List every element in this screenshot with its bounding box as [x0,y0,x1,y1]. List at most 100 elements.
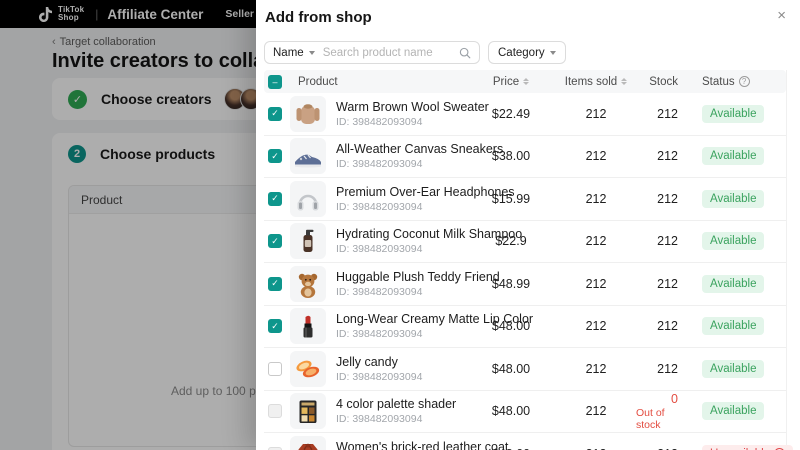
status-help-icon[interactable]: ? [738,76,750,87]
select-all-checkbox[interactable]: – [268,74,282,89]
price-value: $48.00 [491,319,531,334]
column-price[interactable]: Price [466,76,556,88]
items-sold-value: 212 [585,149,607,164]
close-icon[interactable]: × [777,8,786,23]
table-row[interactable]: ✓ Huggable Plush Teddy Friend ID: 398482… [264,263,786,306]
product-id: ID: 398482093094 [336,158,423,171]
stock-value: 212 [657,149,678,164]
status-badge: Available ? [702,232,765,251]
sort-icon[interactable] [621,77,628,86]
row-checkbox[interactable]: ✓ [268,404,282,419]
column-items-sold[interactable]: Items sold [556,76,636,88]
column-product: Product [298,75,338,88]
row-checkbox[interactable]: ✓ [268,191,282,206]
search-placeholder: Search product name [322,46,433,59]
product-name: Hydrating Coconut Milk Shampoo [336,227,523,242]
product-name: Long-Wear Creamy Matte Lip Color [336,312,534,327]
price-value: $22.49 [491,106,531,121]
status-badge: Available ? [702,189,765,208]
stock-value: 212 [657,319,678,334]
search-input[interactable]: Name Search product name [264,41,480,64]
chevron-down-icon [549,50,556,55]
stock-value: 212 [657,191,678,206]
product-name: 4 color palette shader [336,397,457,412]
row-checkbox[interactable]: ✓ [268,234,282,249]
sneakers-icon [290,138,326,175]
shampoo-icon [290,223,326,260]
category-label: Category [498,46,545,59]
product-name: Women's brick-red leather coat [336,439,509,450]
product-id: ID: 398482093094 [336,200,423,213]
product-id: ID: 398482093094 [336,243,423,256]
product-name: Premium Over-Ear Headphones [336,184,515,199]
product-table-body: ✓ Warm Brown Wool Sweater ID: 3984820930… [264,93,794,450]
table-row[interactable]: ✓ Long-Wear Creamy Matte Lip Color ID: 3… [264,306,786,348]
jelly-icon [290,350,326,387]
row-checkbox[interactable]: ✓ [268,106,282,121]
table-row[interactable]: ✓ Premium Over-Ear Headphones ID: 398482… [264,178,786,221]
chevron-down-icon [308,50,315,55]
price-value: $48.99 [491,276,531,291]
stock-value: 0 Out of stock [636,391,678,431]
items-sold-value: 212 [585,276,607,291]
table-row[interactable]: ✓ All-Weather Canvas Sneakers ID: 398482… [264,136,786,178]
status-badge: Unavailable ? [702,444,794,450]
palette-icon [290,393,326,430]
row-checkbox[interactable]: ✓ [268,319,282,334]
product-name: Huggable Plush Teddy Friend [336,269,500,284]
search-field-selector[interactable]: Name [273,47,304,59]
product-id: ID: 398482093094 [336,115,423,128]
items-sold-value: 212 [585,319,607,334]
product-table: – Product Price Items sold Stock Status … [264,70,794,450]
row-checkbox[interactable]: ✓ [268,276,282,291]
price-value: $48.00 [491,404,531,419]
product-name: Jelly candy [336,354,398,369]
row-checkbox[interactable]: ✓ [268,149,282,164]
product-table-header: – Product Price Items sold Stock Status … [264,70,786,93]
table-row[interactable]: ✓ Women's brick-red leather coat ID: 398… [264,433,794,450]
teddy-icon [290,265,326,302]
product-id: ID: 398482093094 [336,285,423,298]
items-sold-value: 212 [585,234,607,249]
status-badge: Available ? [702,317,765,336]
status-badge: Available ? [702,402,765,421]
category-filter-button[interactable]: Category [488,41,566,64]
coat-icon [290,435,326,450]
status-badge: Available ? [702,147,765,166]
stock-value: 212 [657,361,678,376]
sweater-icon [290,95,326,132]
status-badge: Available ? [702,104,765,123]
items-sold-value: 212 [585,191,607,206]
out-of-stock-note: Out of stock [636,406,665,431]
lipstick-icon [290,308,326,345]
column-stock: Stock [649,75,678,88]
price-value: $48.00 [491,361,531,376]
items-sold-value: 212 [585,106,607,121]
table-row[interactable]: ✓ Hydrating Coconut Milk Shampoo ID: 398… [264,221,786,263]
sort-icon[interactable] [523,77,530,86]
product-name: All-Weather Canvas Sneakers [336,142,504,157]
items-sold-value: 212 [585,361,607,376]
price-value: $22.9 [495,234,527,249]
row-checkbox[interactable]: ✓ [268,361,282,376]
price-value: $15.99 [491,191,531,206]
column-status: Status ? [686,76,787,88]
headphones-icon [290,180,326,217]
status-badge: Available ? [702,359,765,378]
stock-value: 212 [657,106,678,121]
stock-value: 212 [657,234,678,249]
search-icon [459,47,471,58]
items-sold-value: 212 [585,404,607,419]
table-row[interactable]: ✓ Jelly candy ID: 398482093094 $48.00 21… [264,348,786,391]
table-row[interactable]: ✓ 4 color palette shader ID: 39848209309… [264,391,786,433]
table-row[interactable]: ✓ Warm Brown Wool Sweater ID: 3984820930… [264,93,786,136]
product-id: ID: 398482093094 [336,413,423,426]
product-id: ID: 398482093094 [336,370,423,383]
product-id: ID: 398482093094 [336,328,423,341]
stock-value: 212 [657,276,678,291]
product-name: Warm Brown Wool Sweater [336,99,489,114]
status-badge: Available ? [702,274,765,293]
modal-title: Add from shop [265,9,372,26]
price-value: $38.00 [491,149,531,164]
add-from-shop-modal: Add from shop × Name Search product name… [256,0,800,450]
